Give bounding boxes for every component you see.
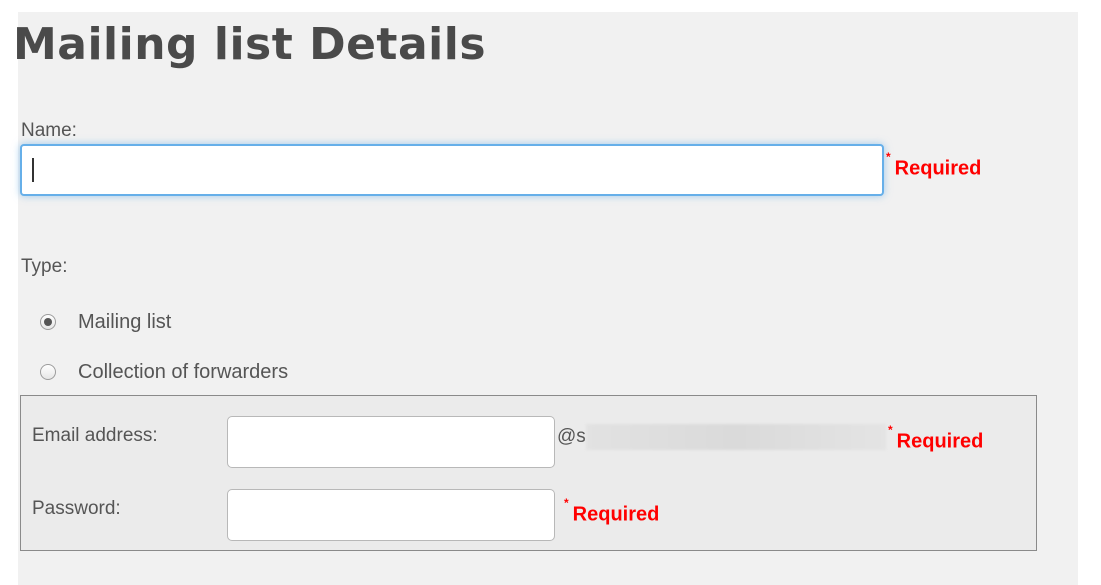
required-text: Required (896, 430, 984, 453)
name-label: Name: (21, 120, 77, 141)
required-asterisk: * (886, 150, 891, 164)
password-label: Password: (32, 498, 121, 519)
radio-mailing-list[interactable] (40, 314, 56, 330)
radio-label-mailing-list[interactable]: Mailing list (78, 311, 171, 334)
email-address-label: Email address: (32, 425, 158, 446)
password-required-note: *Required (564, 496, 660, 527)
text-caret (32, 158, 34, 182)
radio-collection-of-forwarders[interactable] (40, 364, 56, 380)
required-text: Required (894, 157, 982, 180)
type-option-mailing-list[interactable]: Mailing list (40, 308, 171, 336)
email-required-note: *Required (888, 423, 984, 454)
name-required-note: *Required (886, 150, 982, 181)
required-asterisk: * (564, 496, 569, 510)
required-text: Required (572, 503, 660, 526)
name-input[interactable] (20, 144, 884, 196)
type-label: Type: (21, 256, 68, 277)
page-title: Mailing list Details (13, 19, 487, 70)
required-asterisk: * (888, 423, 893, 437)
redacted-domain (586, 424, 886, 450)
radio-label-collection-of-forwarders[interactable]: Collection of forwarders (78, 361, 288, 384)
password-input[interactable] (227, 489, 555, 541)
email-address-input[interactable] (227, 416, 555, 468)
type-option-collection-of-forwarders[interactable]: Collection of forwarders (40, 358, 288, 386)
email-domain-suffix: @s (557, 426, 586, 447)
